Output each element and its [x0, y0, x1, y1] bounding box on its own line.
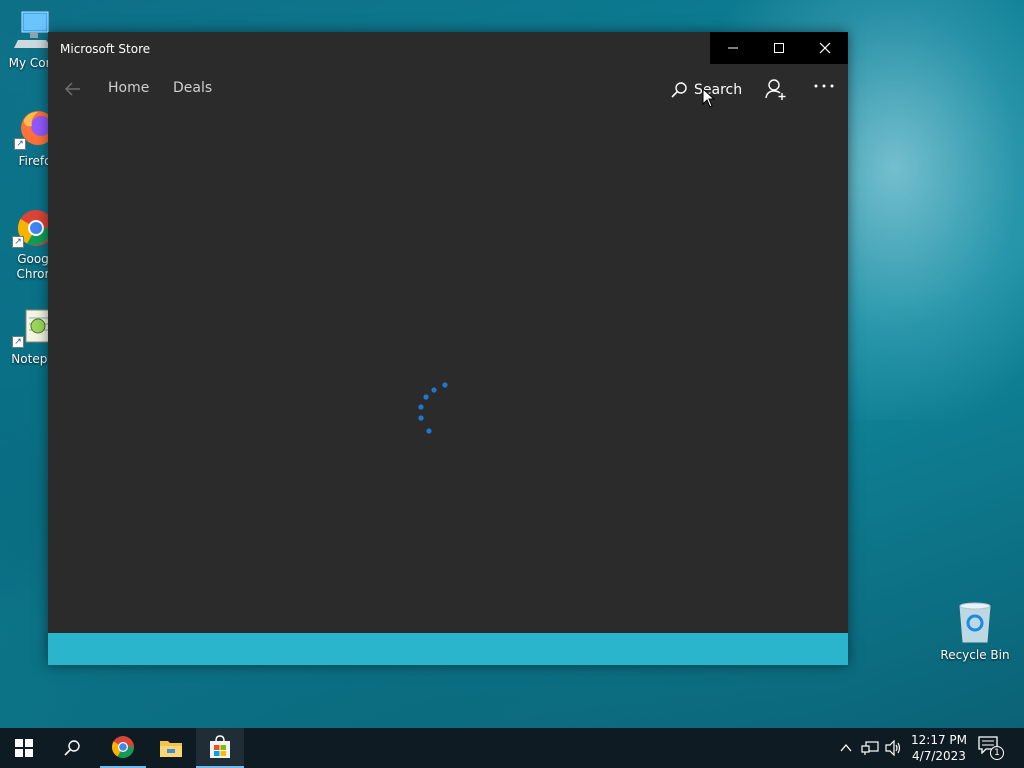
account-button[interactable] — [764, 78, 788, 102]
maximize-icon — [774, 43, 784, 53]
maximize-button[interactable] — [756, 32, 802, 64]
store-nav-bar: Home Deals Search — [48, 66, 848, 112]
taskbar-store-button[interactable] — [196, 728, 244, 768]
store-icon — [210, 735, 230, 758]
shortcut-arrow-icon: ↗ — [12, 236, 24, 248]
back-button[interactable] — [62, 78, 84, 100]
windows-start-icon — [15, 739, 33, 757]
start-button[interactable] — [0, 728, 48, 768]
more-icon — [814, 84, 834, 88]
window-title: Microsoft Store — [60, 42, 151, 56]
taskbar-search-icon — [64, 740, 80, 756]
shortcut-arrow-icon: ↗ — [12, 336, 24, 348]
close-button[interactable] — [802, 32, 848, 64]
chrome-icon — [112, 736, 134, 758]
network-button[interactable] — [860, 738, 880, 758]
minimize-icon — [728, 47, 738, 49]
store-content-area — [48, 112, 848, 633]
caption-buttons — [710, 32, 848, 64]
volume-icon — [885, 740, 901, 756]
show-hidden-icons-button[interactable] — [836, 738, 856, 758]
notification-count-badge: 1 — [990, 746, 1004, 760]
chevron-up-icon — [840, 743, 852, 752]
taskbar: 12:17 PM 4/7/2023 1 — [0, 728, 1024, 768]
recycle-bin-icon — [954, 602, 996, 644]
network-icon — [861, 741, 879, 755]
minimize-button[interactable] — [710, 32, 756, 64]
nav-deals-link[interactable]: Deals — [173, 80, 212, 96]
loading-spinner — [414, 380, 454, 440]
taskbar-search-button[interactable] — [48, 728, 96, 768]
more-options-button[interactable] — [812, 76, 836, 96]
clock-time: 12:17 PM — [911, 733, 967, 747]
volume-button[interactable] — [884, 738, 904, 758]
clock-date: 4/7/2023 — [912, 749, 966, 763]
shortcut-arrow-icon: ↗ — [14, 138, 26, 150]
desktop-icon-recycle-bin[interactable]: Recycle Bin — [938, 602, 1012, 663]
microsoft-store-window: Microsoft Store Home Deals Search — [48, 32, 848, 665]
close-icon — [819, 42, 831, 54]
accent-footer-bar — [48, 633, 848, 665]
taskbar-chrome-button[interactable] — [100, 728, 146, 768]
title-bar[interactable]: Microsoft Store — [48, 32, 848, 66]
back-arrow-icon — [64, 82, 80, 96]
mouse-cursor-icon — [702, 87, 716, 108]
action-center-button[interactable]: 1 — [978, 736, 1006, 760]
taskbar-clock[interactable]: 12:17 PM 4/7/2023 — [906, 732, 972, 764]
file-explorer-icon — [160, 741, 182, 757]
nav-home-link[interactable]: Home — [108, 80, 149, 96]
taskbar-file-explorer-button[interactable] — [148, 728, 194, 768]
account-icon — [765, 79, 786, 100]
spinner-icon — [418, 382, 448, 434]
search-icon — [671, 82, 687, 98]
desktop-icon-label: Recycle Bin — [940, 648, 1010, 662]
